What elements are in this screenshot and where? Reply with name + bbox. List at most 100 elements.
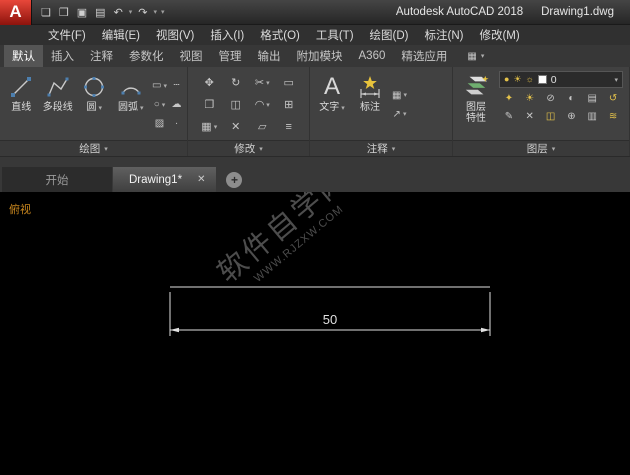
title-bar: A ❏ ❒ ▣ ▤ ↶ ▾ ↷ ▾ ▾ Autodesk AutoCAD 201… [0,0,630,25]
menu-dimension[interactable]: 标注(N) [417,25,472,45]
layers-panel: 图层 特性 ● ☀ ☼ 0 ▾ ✦ ☀ ⊘ [453,67,630,156]
draw-panel: 直线 多段线 圆 圆弧 [0,67,188,156]
offset-icon[interactable]: ▱ [254,119,271,134]
stretch-icon[interactable]: ▭ [280,75,297,90]
line-icon [7,72,35,102]
layer-on-bulb-icon: ● [504,75,509,84]
ellipse-icon[interactable]: ○ [151,97,168,112]
erase-icon[interactable]: ✕ [227,119,244,134]
array-icon[interactable]: ▦ [201,119,218,134]
menu-draw[interactable]: 绘图(D) [362,25,417,45]
dimension-drawing: 50 [0,192,630,475]
arc-button[interactable]: 圆弧 [113,69,150,140]
hatch-icon[interactable]: ▨ [151,116,168,131]
tab-annotate[interactable]: 注释 [82,45,121,67]
autocad-logo: A [9,2,21,22]
arc-icon [117,72,145,102]
tab-addins[interactable]: 附加模块 [289,45,351,67]
revision-cloud-icon[interactable]: ☁ [168,97,185,112]
copy-icon[interactable]: ❐ [201,97,218,112]
tab-parametric[interactable]: 参数化 [121,45,172,67]
rotate-icon[interactable]: ↻ [227,75,244,90]
text-icon: A [318,72,346,102]
menu-tools[interactable]: 工具(T) [308,25,362,45]
layer-tool-icon[interactable]: ⊕ [563,109,580,124]
dimension-button[interactable]: 标注 [351,69,389,140]
redo-dropdown-icon[interactable]: ▾ [152,8,160,16]
table-icon[interactable]: ▦ [391,88,408,103]
line-button[interactable]: 直线 [3,69,40,140]
modify-panel-label[interactable]: 修改 [188,140,309,156]
layer-tools-row-2: ✎ ✕ ◫ ⊕ ▥ ≋ [499,109,623,124]
drawing-canvas[interactable]: 俯视 软件自学网 WWW.RJZXW.COM 50 [0,192,630,475]
customize-toolbar-icon[interactable]: ▾ [159,8,167,16]
construction-line-icon[interactable]: ┄ [168,78,185,93]
layer-tool-icon[interactable]: ⊘ [542,91,559,106]
scale-icon[interactable]: ⊞ [280,97,297,112]
circle-icon [80,72,108,102]
ribbon-options-icon[interactable]: ▦ [463,45,488,67]
mirror-icon[interactable]: ◫ [227,97,244,112]
menu-modify[interactable]: 修改(M) [471,25,527,45]
new-drawing-icon[interactable]: + [226,172,242,188]
menu-edit[interactable]: 编辑(E) [94,25,148,45]
layer-color-swatch [538,75,547,84]
layer-tool-icon[interactable]: ✎ [500,109,517,124]
trim-icon[interactable]: ✂ [254,75,271,90]
polyline-icon [44,72,72,102]
layer-tool-icon[interactable]: ↺ [605,91,622,106]
tab-home[interactable]: 默认 [4,45,43,67]
layer-tool-icon[interactable]: ▤ [584,91,601,106]
circle-button[interactable]: 圆 [76,69,113,140]
explode-icon[interactable]: ≡ [280,119,297,134]
move-icon[interactable]: ✥ [201,75,218,90]
save-icon[interactable]: ▣ [73,2,91,22]
layer-tool-icon[interactable]: ✕ [521,109,538,124]
application-menu-button[interactable]: A [0,0,32,25]
leader-icon[interactable]: ↗ [391,107,408,122]
layer-tool-icon[interactable]: ▥ [584,109,601,124]
tab-a360[interactable]: A360 [351,45,394,67]
layer-selector[interactable]: ● ☀ ☼ 0 ▾ [499,71,623,88]
tab-insert[interactable]: 插入 [43,45,82,67]
rectangle-icon[interactable]: ▭ [151,78,168,93]
plot-icon[interactable]: ▤ [91,2,109,22]
menu-view[interactable]: 视图(V) [148,25,202,45]
layer-tool-icon[interactable]: ✦ [500,91,517,106]
dimension-icon [356,72,384,102]
layer-tool-icon[interactable]: ≋ [605,109,622,124]
menu-format[interactable]: 格式(O) [252,25,308,45]
annotation-panel-label[interactable]: 注释 [310,140,452,156]
draw-panel-label[interactable]: 绘图 [0,140,187,156]
layer-properties-icon [462,72,490,102]
layer-tool-icon[interactable]: ☀ [521,91,538,106]
polyline-button[interactable]: 多段线 [40,69,77,140]
tab-manage[interactable]: 管理 [211,45,250,67]
menu-file[interactable]: 文件(F) [40,25,94,45]
layer-tool-icon[interactable]: ◐ [563,91,580,106]
tab-output[interactable]: 输出 [250,45,289,67]
modify-panel: ✥ ↻ ✂ ▭ ❐ ◫ ◠ ⊞ ▦ ✕ ▱ ≡ 修改 [188,67,310,156]
tab-featured-apps[interactable]: 精选应用 [393,45,455,67]
drawing1-tab[interactable]: Drawing1* ✕ [113,167,216,192]
menu-bar: 文件(F) 编辑(E) 视图(V) 插入(I) 格式(O) 工具(T) 绘图(D… [0,25,630,45]
undo-dropdown-icon[interactable]: ▾ [127,8,135,16]
redo-icon[interactable]: ↷ [134,2,151,22]
layer-properties-button[interactable]: 图层 特性 [457,69,495,140]
dimension-text: 50 [323,312,337,327]
start-tab[interactable]: 开始 [2,167,112,192]
layers-panel-label[interactable]: 图层 [453,140,629,156]
tab-view[interactable]: 视图 [172,45,211,67]
undo-icon[interactable]: ↶ [110,2,127,22]
fillet-icon[interactable]: ◠ [254,97,271,112]
close-tab-icon[interactable]: ✕ [194,173,208,186]
layer-tool-icon[interactable]: ◫ [542,109,559,124]
text-button[interactable]: A 文字 [313,69,351,140]
current-layer-name: 0 [551,74,611,86]
menu-insert[interactable]: 插入(I) [202,25,252,45]
layer-dropdown-icon[interactable]: ▾ [614,76,618,84]
open-file-icon[interactable]: ❒ [55,2,73,22]
dimension-arrow-right [481,328,490,332]
new-file-icon[interactable]: ❏ [37,2,55,22]
point-icon[interactable]: ∙ [168,116,185,131]
